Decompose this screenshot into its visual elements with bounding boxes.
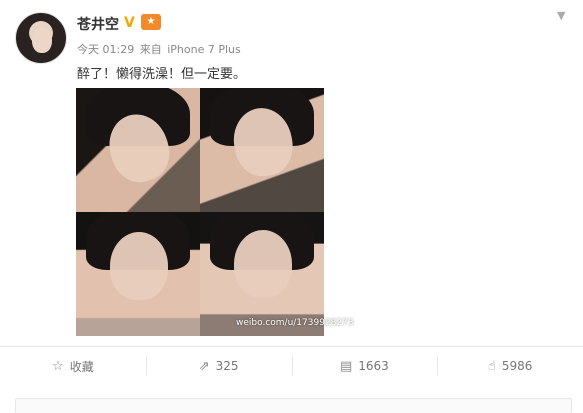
photo-face <box>110 232 168 300</box>
post-meta: 今天 01:29 来自 iPhone 7 Plus <box>77 41 243 57</box>
vip-crown-icon[interactable]: ★ <box>141 14 161 30</box>
verified-icon[interactable]: V <box>124 15 135 31</box>
source-prefix: 来自 <box>139 43 162 56</box>
post-text: 醉了！懒得洗澡！但一定要。 <box>77 67 247 82</box>
comment-count: 1663 <box>358 359 389 373</box>
comment-icon: ▤ <box>339 358 353 374</box>
photo-1[interactable] <box>76 88 200 212</box>
repost-count: 325 <box>215 359 239 373</box>
like-button[interactable]: ☝ 5986 <box>437 347 583 385</box>
image-watermark: weibo.com/u/1739928273 <box>236 318 354 328</box>
like-count: 5986 <box>501 359 533 373</box>
photo-3[interactable] <box>76 212 200 336</box>
favorite-label: 收藏 <box>69 359 94 374</box>
photo-face <box>234 230 292 298</box>
star-icon: ☆ <box>52 358 64 374</box>
comment-input-area[interactable] <box>15 398 572 413</box>
avatar-face <box>32 27 52 53</box>
post-source[interactable]: iPhone 7 Plus <box>167 43 241 56</box>
comment-button[interactable]: ▤ 1663 <box>291 347 438 385</box>
author-name[interactable]: 苍井空 <box>77 14 119 34</box>
favorite-button[interactable]: ☆ 收藏 <box>0 347 146 385</box>
post-time[interactable]: 今天 01:29 <box>77 43 134 56</box>
repost-icon: ⇗ <box>198 358 210 374</box>
photo-grid <box>76 88 324 336</box>
avatar[interactable] <box>15 12 67 64</box>
action-bar: ☆ 收藏 ⇗ 325 ▤ 1663 ☝ 5986 <box>0 347 583 385</box>
repost-button[interactable]: ⇗ 325 <box>145 347 292 385</box>
weibo-post-card: 苍井空 V ★ ▼ 今天 01:29 来自 iPhone 7 Plus 醉了！懒… <box>0 0 583 413</box>
thumbs-up-icon: ☝ <box>487 358 496 374</box>
chevron-down-icon[interactable]: ▼ <box>557 9 565 22</box>
photo-2[interactable] <box>200 88 324 212</box>
